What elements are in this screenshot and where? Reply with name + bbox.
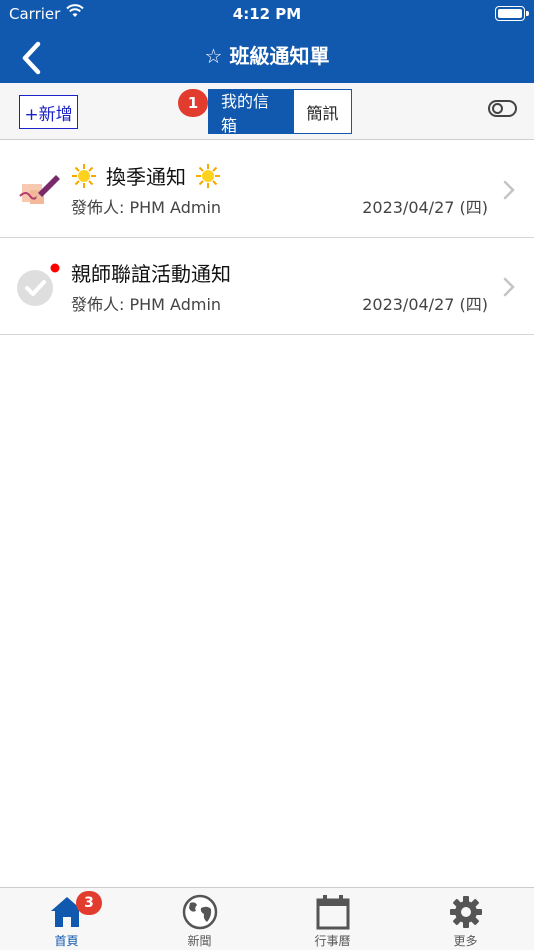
notice-title: 親師聯誼活動通知 [71,262,231,286]
header: Carrier 4:12 PM ☆ 班級通知單 [0,0,534,83]
tab-label: 更多 [453,934,478,948]
tab-sms[interactable]: 簡訊 [294,90,351,133]
tab-my-inbox[interactable]: 我的信箱 [209,90,294,135]
notice-date: 2023/04/27 (四) [362,198,488,217]
notice-title-row: 換季通知 [71,161,221,190]
tab-label: 新聞 [187,934,212,948]
sun-icon [72,163,96,188]
tab-news[interactable]: 新聞 [133,888,266,950]
home-badge: 3 [76,891,102,915]
add-button[interactable]: +新增 [19,95,78,129]
notice-sender: 發佈人: PHM Admin [71,198,222,217]
globe-icon [182,894,218,930]
battery-icon [495,6,529,21]
tab-label: 首頁 [54,934,79,948]
tab-more[interactable]: 更多 [399,888,532,950]
chevron-right-icon [503,180,515,200]
tab-home[interactable]: 3 首頁 [0,888,133,950]
list-item[interactable]: 親師聯誼活動通知 發佈人: PHM Admin 2023/04/27 (四) [0,238,534,335]
page-title: ☆ 班級通知單 [204,44,330,68]
segmented-control: 我的信箱 簡訊 [208,89,352,135]
clock: 4:12 PM [232,5,302,23]
gear-icon [450,896,482,928]
tab-calendar[interactable]: 行事曆 [266,888,399,950]
inbox-badge: 1 [178,89,208,117]
list-item[interactable]: 換季通知 發佈人: PHM Admin 2023/04/27 (四) [0,141,534,238]
tab-label: 行事曆 [314,934,351,948]
calendar-icon [316,895,350,930]
notice-sender: 發佈人: PHM Admin [71,295,222,314]
toolbar: +新增 我的信箱 簡訊 [0,83,534,140]
check-circle-icon [17,263,60,306]
status-bar: Carrier 4:12 PM [0,0,534,28]
notice-title: 換季通知 [106,165,186,189]
toggle-icon[interactable] [488,100,517,117]
sun-icon [196,163,220,188]
notice-date: 2023/04/27 (四) [362,295,488,314]
chevron-right-icon [503,277,515,297]
pen-signature-icon [19,175,60,204]
tab-bar: 3 首頁 新聞 行事曆 更多 [0,887,534,950]
